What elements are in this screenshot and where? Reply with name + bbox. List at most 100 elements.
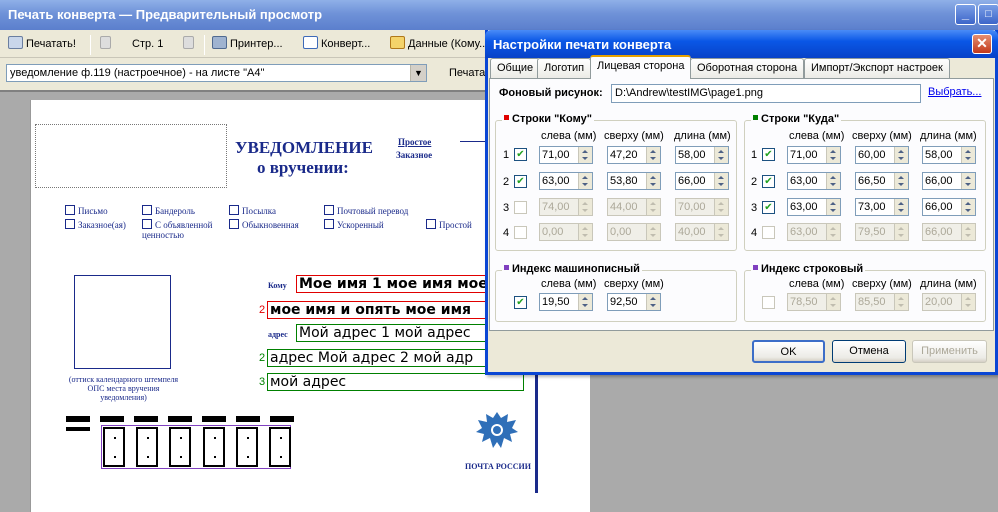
cancel-button[interactable]: Отмена xyxy=(832,340,906,363)
document-select[interactable]: уведомление ф.119 (настроечное) - на лис… xyxy=(6,64,427,82)
browse-link[interactable]: Выбрать... xyxy=(928,86,981,98)
where-row-2-left[interactable]: 63,00 xyxy=(787,172,841,190)
to-row-3-checkbox[interactable] xyxy=(514,201,527,214)
to-row-4-top[interactable]: 0,00 xyxy=(607,223,661,241)
spin-arrows-icon[interactable] xyxy=(894,199,908,215)
spin-arrows-icon[interactable] xyxy=(646,199,660,215)
prev-page-button[interactable] xyxy=(100,36,114,53)
spin-arrows-icon[interactable] xyxy=(646,294,660,310)
spin-arrows-icon[interactable] xyxy=(894,294,908,310)
apply-button[interactable]: Применить xyxy=(912,340,987,363)
ok-button[interactable]: OK xyxy=(752,340,825,363)
main-titlebar[interactable]: Печать конверта — Предварительный просмо… xyxy=(0,0,998,30)
page-indicator: Стр. 1 xyxy=(132,38,164,50)
to-row-4-left[interactable]: 0,00 xyxy=(539,223,593,241)
to-line-2-number: 2 xyxy=(259,304,266,316)
to-row-3-left[interactable]: 74,00 xyxy=(539,198,593,216)
minimize-button[interactable]: _ xyxy=(955,4,976,25)
index-line-checkbox[interactable] xyxy=(762,296,775,309)
to-row-1-top[interactable]: 47,20 xyxy=(607,146,661,164)
spin-arrows-icon[interactable] xyxy=(646,224,660,240)
where-row-1-len[interactable]: 58,00 xyxy=(922,146,976,164)
spin-arrows-icon[interactable] xyxy=(826,224,840,240)
spin-arrows-icon[interactable] xyxy=(578,199,592,215)
spin-arrows-icon[interactable] xyxy=(714,147,728,163)
spin-arrows-icon[interactable] xyxy=(961,224,975,240)
to-row-1-checkbox[interactable]: ✔ xyxy=(514,148,527,161)
envelope-button[interactable]: Конверт... xyxy=(303,36,370,53)
index-bar xyxy=(66,427,90,431)
spin-arrows-icon[interactable] xyxy=(961,294,975,310)
window-title: Печать конверта — Предварительный просмо… xyxy=(8,7,323,22)
where-row-4-len[interactable]: 66,00 xyxy=(922,223,976,241)
index-typed-left[interactable]: 19,50 xyxy=(539,293,593,311)
to-row-1-len[interactable]: 58,00 xyxy=(675,146,729,164)
type-registered: Заказное xyxy=(396,150,433,160)
maximize-button[interactable]: □ xyxy=(978,4,998,25)
where-row-2-len[interactable]: 66,00 xyxy=(922,172,976,190)
spin-arrows-icon[interactable] xyxy=(646,173,660,189)
spin-arrows-icon[interactable] xyxy=(961,147,975,163)
spin-arrows-icon[interactable] xyxy=(578,294,592,310)
close-icon[interactable]: ✕ xyxy=(972,34,992,54)
to-row-4-len[interactable]: 40,00 xyxy=(675,223,729,241)
index-typed-top[interactable]: 92,50 xyxy=(607,293,661,311)
where-row-4-left[interactable]: 63,00 xyxy=(787,223,841,241)
spin-arrows-icon[interactable] xyxy=(894,147,908,163)
next-page-button[interactable] xyxy=(183,36,197,53)
spin-arrows-icon[interactable] xyxy=(578,147,592,163)
tab-logo[interactable]: Логотип xyxy=(537,58,592,78)
to-row-3-top[interactable]: 44,00 xyxy=(607,198,661,216)
to-row-1-left[interactable]: 71,00 xyxy=(539,146,593,164)
index-line-top[interactable]: 85,50 xyxy=(855,293,909,311)
data-button[interactable]: Данные (Кому... xyxy=(390,36,488,53)
index-line-left[interactable]: 78,50 xyxy=(787,293,841,311)
tab-back-side[interactable]: Оборотная сторона xyxy=(690,58,805,78)
tab-general[interactable]: Общие xyxy=(490,58,541,78)
index-line-len[interactable]: 20,00 xyxy=(922,293,976,311)
tab-front-side[interactable]: Лицевая сторона xyxy=(590,55,692,79)
type-simple: Простое xyxy=(398,137,432,147)
print-button[interactable]: Печатать! xyxy=(8,36,76,53)
spin-arrows-icon[interactable] xyxy=(894,173,908,189)
where-row-3-left[interactable]: 63,00 xyxy=(787,198,841,216)
where-row-1-top[interactable]: 60,00 xyxy=(855,146,909,164)
to-row-4-checkbox[interactable] xyxy=(514,226,527,239)
where-row-4-top[interactable]: 79,50 xyxy=(855,223,909,241)
spin-arrows-icon[interactable] xyxy=(961,199,975,215)
spin-arrows-icon[interactable] xyxy=(714,224,728,240)
print-label-2: Печата xyxy=(449,67,486,79)
addr-line-3-field: мой адрес xyxy=(267,373,524,391)
dialog-titlebar[interactable]: Настройки печати конверта ✕ xyxy=(485,30,998,58)
spin-arrows-icon[interactable] xyxy=(961,173,975,189)
index-typed-checkbox[interactable]: ✔ xyxy=(514,296,527,309)
tab-import-export[interactable]: Импорт/Экспорт настроек xyxy=(804,58,950,78)
where-row-4-checkbox[interactable] xyxy=(762,226,775,239)
spin-arrows-icon[interactable] xyxy=(714,199,728,215)
where-row-1-left[interactable]: 71,00 xyxy=(787,146,841,164)
where-row-3-checkbox[interactable]: ✔ xyxy=(762,201,775,214)
to-row-3-len[interactable]: 70,00 xyxy=(675,198,729,216)
spin-arrows-icon[interactable] xyxy=(578,173,592,189)
spin-arrows-icon[interactable] xyxy=(826,147,840,163)
where-row-1-checkbox[interactable]: ✔ xyxy=(762,148,775,161)
spin-arrows-icon[interactable] xyxy=(826,173,840,189)
spin-arrows-icon[interactable] xyxy=(894,224,908,240)
bg-image-input[interactable]: D:\Andrew\testIMG\page1.png xyxy=(611,84,921,103)
addr-line-1-field: Мой адрес 1 мой адрес xyxy=(296,324,490,342)
where-row-2-checkbox[interactable]: ✔ xyxy=(762,175,775,188)
spin-arrows-icon[interactable] xyxy=(646,147,660,163)
spin-arrows-icon[interactable] xyxy=(714,173,728,189)
spin-arrows-icon[interactable] xyxy=(826,199,840,215)
to-row-2-left[interactable]: 63,00 xyxy=(539,172,593,190)
to-row-2-len[interactable]: 66,00 xyxy=(675,172,729,190)
spin-arrows-icon[interactable] xyxy=(826,294,840,310)
to-row-2-top[interactable]: 53,80 xyxy=(607,172,661,190)
where-row-3-len[interactable]: 66,00 xyxy=(922,198,976,216)
spin-arrows-icon[interactable] xyxy=(578,224,592,240)
chevron-down-icon[interactable]: ▼ xyxy=(410,65,426,81)
where-row-2-top[interactable]: 66,50 xyxy=(855,172,909,190)
where-row-3-top[interactable]: 73,00 xyxy=(855,198,909,216)
printer-button[interactable]: Принтер... xyxy=(212,36,283,53)
to-row-2-checkbox[interactable]: ✔ xyxy=(514,175,527,188)
